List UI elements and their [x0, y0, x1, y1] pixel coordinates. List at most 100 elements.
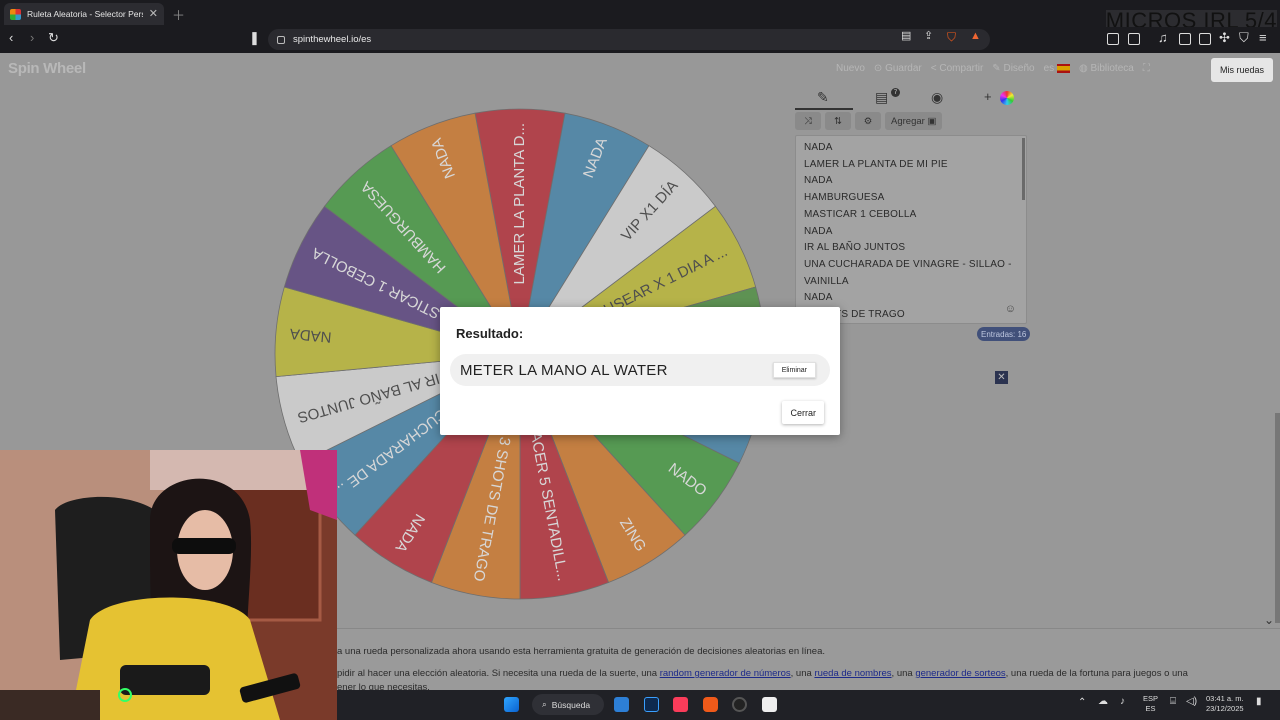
input-language[interactable]: ESP ES: [1143, 694, 1158, 714]
windows-start-icon[interactable]: [504, 697, 519, 712]
name-wheel-link[interactable]: rueda de nombres: [814, 668, 891, 679]
emoji-icon[interactable]: ☺: [1005, 303, 1016, 315]
bookmark-icon[interactable]: ❚: [249, 31, 260, 44]
description-line-2-text-a: pidir al hacer una elección aleatoria. S…: [337, 668, 660, 679]
volume-icon[interactable]: ◁): [1186, 697, 1197, 707]
hide-tab-icon[interactable]: ◉: [931, 89, 943, 106]
guardar-label: Guardar: [885, 63, 922, 74]
network-icon[interactable]: ⌸: [1170, 697, 1176, 707]
entry-line: NADA: [804, 292, 833, 304]
music-app-icon[interactable]: [673, 697, 688, 712]
notion-icon[interactable]: [762, 697, 777, 712]
sidebar-icon[interactable]: [1179, 33, 1191, 45]
diseno-label: Diseño: [1003, 63, 1035, 74]
onedrive-icon[interactable]: ☁: [1098, 697, 1108, 707]
new-tab-icon[interactable]: ＋: [172, 5, 185, 24]
extensions-icon[interactable]: [1107, 33, 1119, 45]
entry-line: NADA: [804, 225, 833, 237]
browser-tab[interactable]: Ruleta Aleatoria - Selector Perso ✕: [4, 3, 164, 25]
agregar-label: Agregar: [891, 115, 925, 127]
sort-button[interactable]: ⇅: [825, 112, 851, 130]
photoshop-icon[interactable]: [644, 697, 659, 712]
description-line-2-text-c: , una: [891, 668, 916, 679]
entry-line: NADA: [804, 142, 833, 153]
brush-icon: ✎: [992, 63, 1004, 74]
brave-shield-icon[interactable]: ⛉: [947, 31, 956, 43]
nuevo-link[interactable]: Nuevo: [836, 63, 865, 74]
wallet-icon[interactable]: [1199, 33, 1211, 45]
biblioteca-link[interactable]: ◍ Biblioteca: [1079, 63, 1134, 74]
description-line-2: pidir al hacer una elección aleatoria. S…: [337, 668, 1188, 679]
diseno-link[interactable]: ✎ Diseño: [992, 63, 1034, 74]
save-icon: ⊙: [873, 63, 886, 74]
site-logo[interactable]: Spin Wheel: [8, 60, 86, 77]
entry-line: LAMER LA PLANTA DE MI PIE: [804, 158, 948, 170]
random-numbers-link[interactable]: random generador de números: [660, 668, 791, 679]
eliminar-button[interactable]: Eliminar: [772, 362, 816, 378]
microphone-icon[interactable]: ♪: [1120, 697, 1125, 707]
description-line-2-text-b: , una: [790, 668, 815, 679]
notification-bell-icon[interactable]: ▮: [1256, 697, 1262, 707]
sort-icon: ⇅: [834, 115, 842, 127]
language-code: es: [1043, 63, 1055, 74]
reload-icon[interactable]: ↻: [48, 31, 59, 44]
spain-flag-icon: [1056, 63, 1070, 73]
brave-browser-icon[interactable]: [703, 697, 718, 712]
chevron-down-icon[interactable]: ⌄: [1264, 613, 1274, 627]
wheel-segment-label: LAMER LA PLANTA D...: [511, 123, 528, 284]
clock[interactable]: 03:41 a. m. 23/12/2025: [1206, 694, 1244, 714]
back-icon[interactable]: ‹: [9, 31, 13, 44]
compartir-link[interactable]: < Compartir: [931, 63, 984, 74]
menu-icon[interactable]: ≡: [1259, 31, 1267, 44]
globe-icon: ◍: [1078, 63, 1091, 74]
language-top: ESP: [1143, 694, 1159, 703]
active-tab-indicator: [795, 108, 853, 110]
music-icon[interactable]: ♫: [1158, 31, 1168, 44]
webcam-overlay: [0, 450, 337, 720]
address-bar[interactable]: spinthewheel.io/es: [268, 29, 990, 50]
site-top-menu: Nuevo ⊙ Guardar < Compartir ✎ Diseño es …: [836, 63, 1150, 74]
page-scrollbar[interactable]: [1275, 413, 1280, 623]
reader-icon[interactable]: ▤: [901, 31, 911, 42]
edit-tab-icon[interactable]: ✎: [817, 89, 829, 106]
mis-ruedas-button[interactable]: Mis ruedas: [1211, 58, 1273, 82]
forward-icon[interactable]: ›: [30, 31, 34, 44]
entry-line: IR AL BAÑO JUNTOS: [804, 242, 906, 254]
taskbar-search[interactable]: ⌕ Búsqueda: [532, 694, 604, 715]
entry-line: NADA: [804, 175, 833, 187]
entry-line: UNA CUCHARADA DE VINAGRE - SILLAO -: [804, 258, 1012, 270]
tools-icon[interactable]: ✣: [1219, 31, 1230, 44]
search-label: Búsqueda: [551, 699, 591, 710]
guardar-link[interactable]: ⊙ Guardar: [874, 63, 922, 74]
tab-title: Ruleta Aleatoria - Selector Perso: [27, 9, 143, 19]
share-icon[interactable]: ⇪: [924, 31, 933, 42]
close-icon[interactable]: ✕: [995, 371, 1008, 384]
rewards-icon[interactable]: ▲: [970, 31, 981, 42]
vpn-icon[interactable]: ⛉: [1239, 31, 1249, 44]
agregar-imagen-button[interactable]: Agregar ▣: [885, 112, 943, 130]
add-wheel-button[interactable]: +: [984, 89, 992, 104]
result-text: METER LA MANO AL WATER: [460, 361, 668, 379]
shuffle-button[interactable]: ⤨: [795, 112, 821, 130]
settings-button[interactable]: ⚙: [855, 112, 881, 130]
clipboard-tab-icon[interactable]: ▤: [875, 89, 888, 106]
obs-icon[interactable]: [732, 697, 747, 712]
language-selector[interactable]: es: [1044, 63, 1070, 74]
compartir-label: Compartir: [939, 63, 984, 74]
color-wheel-icon[interactable]: [1000, 91, 1014, 105]
extension-2-icon[interactable]: [1128, 33, 1140, 45]
site-info-icon[interactable]: [277, 35, 285, 44]
tab-close-icon[interactable]: ✕: [149, 8, 158, 20]
entries-count-badge: Entradas: 16: [977, 327, 1031, 341]
image-icon: ▣: [927, 115, 937, 127]
entry-line: MASTICAR 1 CEBOLLA: [804, 208, 917, 220]
browser-tab-bar: Ruleta Aleatoria - Selector Perso ✕ ＋ MI…: [0, 0, 1280, 32]
entry-line: HAMBURGUESA: [804, 192, 885, 204]
entries-scrollbar[interactable]: [1022, 138, 1025, 200]
cerrar-button[interactable]: Cerrar: [782, 401, 824, 424]
file-explorer-icon[interactable]: [614, 697, 629, 712]
fullscreen-icon[interactable]: ⛶: [1143, 63, 1150, 74]
tray-chevron-up-icon[interactable]: ⌃: [1078, 698, 1086, 708]
entries-textarea[interactable]: NADA LAMER LA PLANTA DE MI PIE NADA HAMBURG…: [795, 135, 1027, 324]
raffle-generator-link[interactable]: generador de sorteos: [915, 668, 1005, 679]
